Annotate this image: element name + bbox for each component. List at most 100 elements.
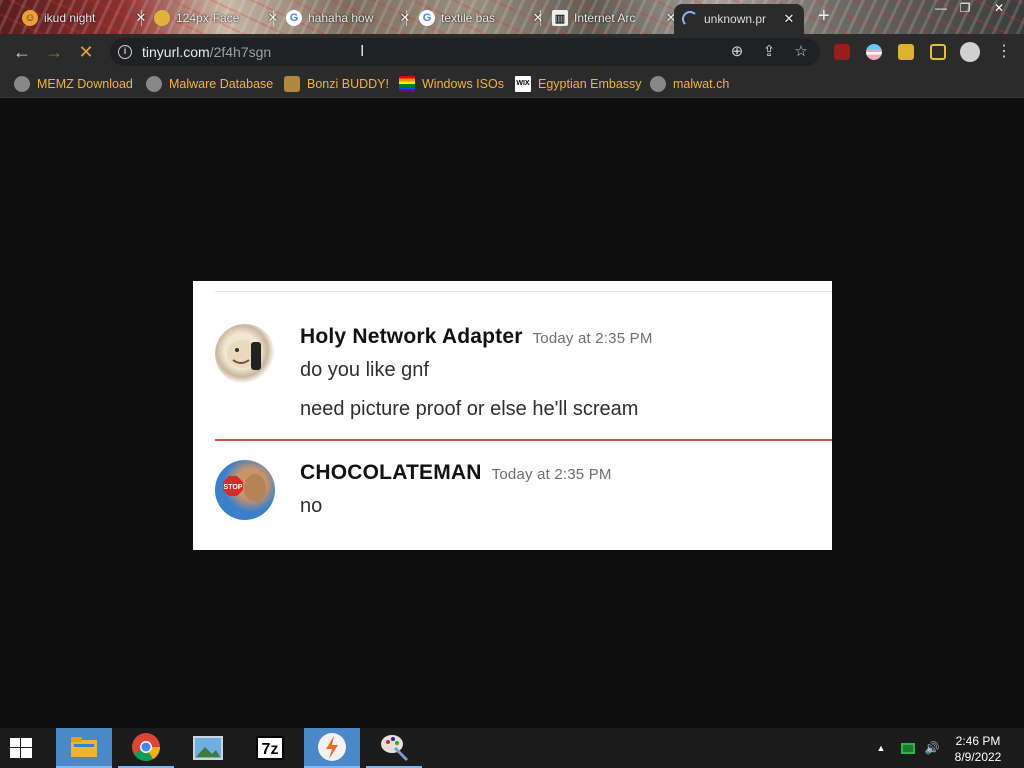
message-author[interactable]: CHOCOLATEMAN Today at 2:35 PM <box>300 461 612 485</box>
taskbar-clock[interactable]: 2:46 PM 8/9/2022 <box>940 733 1016 765</box>
stop-sign-avatar-icon: STOP <box>223 474 266 502</box>
address-bar[interactable]: i tinyurl.com/2f4h7sgn ⊕ ⇪ ☆ <box>110 38 820 66</box>
username-text: Holy Network Adapter <box>300 325 523 348</box>
back-button[interactable]: ← <box>12 42 32 62</box>
photos-taskbar-button[interactable] <box>180 728 236 768</box>
bookmark-star-icon[interactable]: ☆ <box>792 43 810 61</box>
flag-extension-icon[interactable] <box>866 44 882 60</box>
message-line: do you like gnf <box>300 359 429 381</box>
close-icon[interactable]: ✕ <box>531 10 545 26</box>
volume-icon[interactable]: 🔊 <box>922 728 942 768</box>
bookmark-bonzi-buddy[interactable]: Bonzi BUDDY! <box>284 76 389 92</box>
zoom-icon[interactable]: ⊕ <box>728 43 746 61</box>
google-icon: G <box>419 10 435 26</box>
7zip-taskbar-button[interactable]: 7z <box>242 728 298 768</box>
restore-button[interactable]: ❐ <box>950 0 980 18</box>
clock-date: 8/9/2022 <box>954 750 1002 764</box>
bookmark-malwatch[interactable]: malwat.ch <box>650 76 729 92</box>
tab-title: ikud night <box>44 11 96 25</box>
chrome-icon <box>132 733 160 761</box>
network-icon[interactable] <box>898 728 918 768</box>
bookmark-label: Windows ISOs <box>422 77 504 91</box>
extensions-puzzle-icon[interactable] <box>898 44 914 60</box>
profile-avatar-icon[interactable] <box>960 42 980 62</box>
page-content: Holy Network Adapter Today at 2:35 PM do … <box>0 99 1024 728</box>
tab-separator <box>273 10 274 26</box>
close-window-button[interactable]: ✕ <box>984 0 1014 18</box>
lightning-app-taskbar-button[interactable] <box>304 728 360 768</box>
bookmark-label: Malware Database <box>169 77 274 91</box>
tab-title: Internet Arc <box>574 11 636 25</box>
bookmark-memz-download[interactable]: MEMZ Download <box>14 76 133 92</box>
paint-app-taskbar-button[interactable] <box>366 728 422 768</box>
photo-viewer-icon <box>193 736 223 760</box>
bookmark-label: malwat.ch <box>673 77 730 91</box>
bookmark-egyptian-embassy[interactable]: WIX Egyptian Embassy <box>515 76 642 92</box>
browser-toolbar: ← → ✕ i tinyurl.com/2f4h7sgn ⊕ ⇪ ☆ ⋮ <box>0 34 1024 70</box>
tab-strip: ☺ ikud night ✕ 124px-Face ✕ G hahaha how… <box>0 0 1024 34</box>
lightning-icon <box>318 733 346 761</box>
clock-time: 2:46 PM <box>955 734 1001 748</box>
archive-icon: ▥ <box>552 10 568 26</box>
side-panel-icon[interactable] <box>930 44 946 60</box>
message-timestamp: Today at 2:35 PM <box>532 330 653 347</box>
tab-5[interactable]: ▥ Internet Arc ✕ <box>544 4 686 32</box>
file-explorer-taskbar-button[interactable] <box>56 728 112 768</box>
avatar <box>215 324 275 384</box>
tab-separator <box>406 10 407 26</box>
forward-button[interactable]: → <box>44 42 64 62</box>
address-url[interactable]: tinyurl.com/2f4h7sgn <box>142 44 271 60</box>
bookmark-label: MEMZ Download <box>37 77 133 91</box>
bookmark-windows-isos[interactable]: Windows ISOs <box>399 76 504 92</box>
message-line: need picture proof or else he'll scream <box>300 398 639 420</box>
bookmark-malware-database[interactable]: Malware Database <box>146 76 273 92</box>
tab-favicon-icon <box>154 10 170 26</box>
tab-3[interactable]: G hahaha how ✕ <box>278 4 420 32</box>
folder-icon <box>71 737 97 757</box>
ublock-icon[interactable] <box>834 44 850 60</box>
chrome-taskbar-button[interactable] <box>118 728 174 768</box>
rainbow-flag-icon <box>399 76 415 92</box>
close-icon[interactable]: ✕ <box>782 11 796 27</box>
stop-button[interactable]: ✕ <box>76 42 96 62</box>
tab-6-active[interactable]: unknown.pr ✕ <box>674 4 804 34</box>
top-divider <box>215 291 832 292</box>
username-text: CHOCOLATEMAN <box>300 461 482 484</box>
chat-screenshot-image: Holy Network Adapter Today at 2:35 PM do … <box>193 281 832 550</box>
tab-2[interactable]: 124px-Face ✕ <box>146 4 288 32</box>
tab-title: hahaha how <box>308 11 374 25</box>
menu-kebab-icon[interactable]: ⋮ <box>994 42 1014 62</box>
globe-icon <box>146 76 162 92</box>
wix-icon: WIX <box>515 76 531 92</box>
close-icon[interactable]: ✕ <box>398 10 412 26</box>
taskbar: 7z ▲ 🔊 2:46 PM 8/9/2022 <box>0 728 1024 768</box>
message-timestamp: Today at 2:35 PM <box>491 466 612 483</box>
tab-separator <box>141 10 142 26</box>
7zip-icon: 7z <box>256 736 284 760</box>
new-tab-button[interactable]: + <box>818 5 830 28</box>
tab-separator <box>540 10 541 26</box>
new-messages-divider <box>215 439 832 441</box>
bookmark-label: Egyptian Embassy <box>538 77 642 91</box>
show-hidden-icons-button[interactable]: ▲ <box>872 728 890 768</box>
globe-icon <box>650 76 666 92</box>
tab-title: unknown.pr <box>704 12 767 26</box>
cat-avatar-icon <box>227 340 261 370</box>
tab-4[interactable]: G textile bas ✕ <box>411 4 553 32</box>
tab-title: textile bas <box>441 11 496 25</box>
site-info-icon[interactable]: i <box>118 45 132 59</box>
bonzi-icon <box>284 76 300 92</box>
windows-start-icon[interactable] <box>10 738 32 758</box>
message-author[interactable]: Holy Network Adapter Today at 2:35 PM <box>300 325 653 349</box>
text-cursor-icon: I <box>360 43 365 60</box>
google-icon: G <box>286 10 302 26</box>
stop-sign-text: STOP <box>224 484 243 491</box>
tab-1[interactable]: ☺ ikud night ✕ <box>14 4 156 32</box>
tab-favicon-icon: ☺ <box>22 10 38 26</box>
share-icon[interactable]: ⇪ <box>760 43 778 61</box>
bookmark-label: Bonzi BUDDY! <box>307 77 389 91</box>
globe-icon <box>14 76 30 92</box>
bookmarks-bar: MEMZ Download Malware Database Bonzi BUD… <box>0 70 1024 98</box>
loading-spinner-icon <box>682 11 698 27</box>
avatar: STOP <box>215 460 275 520</box>
